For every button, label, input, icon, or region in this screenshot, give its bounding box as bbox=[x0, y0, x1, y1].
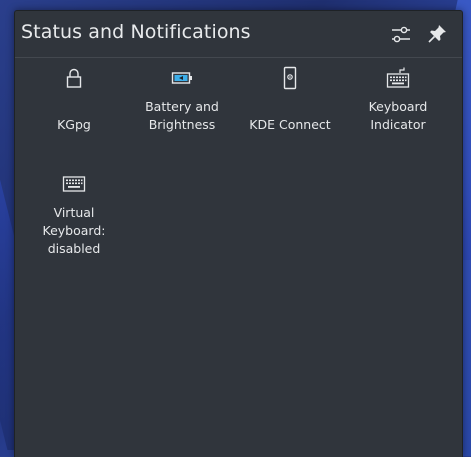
tray-item-battery-and-brightness[interactable]: Battery and Brightness bbox=[130, 58, 234, 134]
keyboard-icon bbox=[386, 66, 410, 90]
popup-title: Status and Notifications bbox=[21, 21, 251, 43]
tray-item-keyboard-indicator[interactable]: Keyboard Indicator bbox=[346, 58, 450, 134]
system-tray-popup: Status and Notifications KGpg Battery an… bbox=[14, 10, 463, 457]
virtual-keyboard-icon bbox=[62, 172, 86, 196]
tray-item-kgpg[interactable]: KGpg bbox=[22, 58, 126, 134]
tray-item-label: Keyboard Indicator bbox=[368, 99, 428, 132]
tray-item-label: Battery and Brightness bbox=[145, 99, 219, 132]
tray-item-kde-connect[interactable]: KDE Connect bbox=[238, 58, 342, 134]
tray-items-grid: KGpg Battery and Brightness KDE Connect … bbox=[15, 58, 462, 457]
popup-header: Status and Notifications bbox=[15, 11, 462, 58]
battery-icon bbox=[170, 66, 194, 90]
tray-item-label: KGpg bbox=[57, 117, 91, 132]
pin-button[interactable] bbox=[425, 22, 449, 46]
tray-item-label: KDE Connect bbox=[249, 117, 331, 132]
lock-icon bbox=[62, 66, 86, 90]
smartphone-icon bbox=[278, 66, 302, 90]
configure-button[interactable] bbox=[389, 22, 413, 46]
tray-item-virtual-keyboard[interactable]: Virtual Keyboard: disabled bbox=[22, 164, 126, 258]
tray-item-label: Virtual Keyboard: disabled bbox=[42, 205, 106, 256]
pin-icon bbox=[428, 25, 446, 43]
configure-icon bbox=[392, 26, 410, 43]
